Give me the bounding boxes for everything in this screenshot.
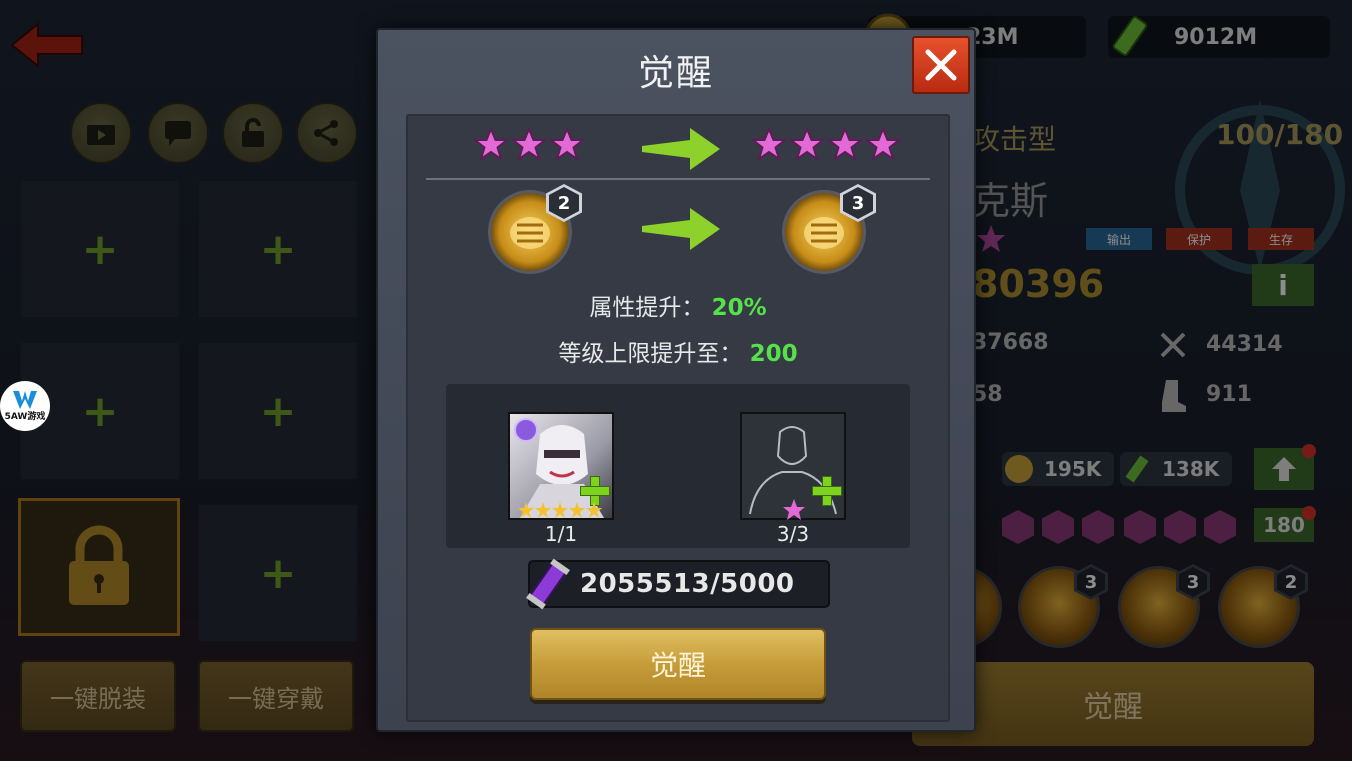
add-plus-icon: [580, 476, 610, 506]
star-icon: [790, 128, 824, 162]
awaken-confirm-button[interactable]: 觉醒: [530, 628, 826, 700]
cost-bar: 2055513/5000: [526, 558, 830, 610]
silhouette-card-count: 3/3: [776, 522, 810, 546]
cost-text: 2055513/5000: [580, 569, 795, 599]
purple-vial-icon: [526, 558, 570, 610]
star-icon: [512, 128, 546, 162]
level-value: 200: [749, 341, 798, 367]
element-icon: [514, 418, 538, 442]
add-plus-icon: [812, 476, 842, 506]
star-icon: [518, 502, 534, 518]
attr-label: 属性提升：: [589, 295, 705, 321]
watermark-logo: 5AW游戏: [0, 381, 50, 431]
stars-before: [474, 128, 584, 172]
star-icon: [866, 128, 900, 162]
level-cap-increase: 等级上限提升至： 200: [408, 334, 948, 368]
hero-card[interactable]: [508, 412, 614, 520]
star-icon: [474, 128, 508, 162]
level-label: 等级上限提升至：: [558, 341, 743, 367]
materials-panel: 1/1 3/3: [446, 384, 910, 548]
attr-increase: 属性提升： 20%: [408, 288, 948, 322]
awaken-dialog: 觉醒 2 3 属性提升： 20% 等级上限提升至： 200 1/1 3/3 20…: [376, 28, 976, 732]
card-stars: [518, 502, 602, 518]
close-icon: [925, 49, 957, 81]
w-logo-icon: [13, 390, 37, 409]
attr-value: 20%: [711, 295, 767, 321]
divider: [426, 178, 930, 180]
star-icon: [828, 128, 862, 162]
skill-level-after: 3: [843, 187, 873, 219]
hero-card-count: 1/1: [544, 522, 578, 546]
dialog-title: 觉醒: [637, 53, 714, 94]
watermark-text: 5AW游戏: [4, 411, 46, 422]
dialog-content: 2 3 属性提升： 20% 等级上限提升至： 200 1/1 3/3 20555…: [406, 114, 950, 722]
star-icon: [550, 128, 584, 162]
stars-after: [752, 128, 900, 172]
star-icon: [783, 499, 805, 520]
silhouette-card[interactable]: [740, 412, 846, 520]
star-icon: [569, 502, 585, 518]
star-icon: [586, 502, 602, 518]
close-button[interactable]: [912, 36, 970, 94]
arrow-right-icon: [642, 128, 720, 170]
star-icon: [552, 502, 568, 518]
arrow-right-icon: [642, 208, 720, 250]
star-icon: [752, 128, 786, 162]
star-icon: [535, 502, 551, 518]
skill-level-before: 2: [549, 187, 579, 219]
